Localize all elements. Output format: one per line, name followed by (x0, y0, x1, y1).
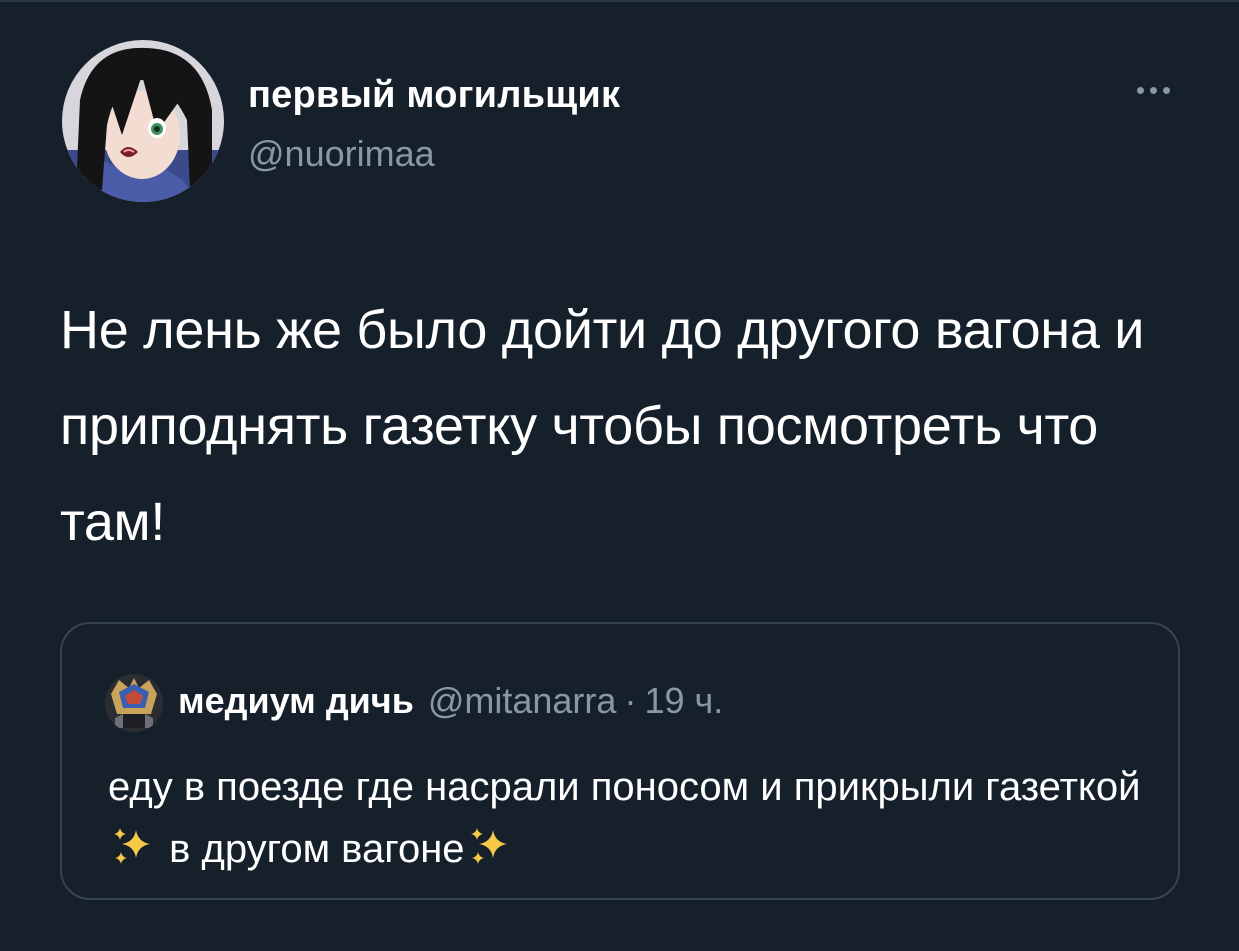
author-handle[interactable]: @nuorimaa (248, 133, 435, 175)
quote-text: еду в поезде где насрали поносом и прикр… (108, 756, 1148, 880)
more-horizontal-icon (1136, 86, 1144, 94)
more-options-button[interactable] (1126, 74, 1180, 106)
quote-text-part1: еду в поезде где насрали поносом и прикр… (108, 765, 1141, 809)
quote-timestamp[interactable]: 19 ч. (644, 680, 723, 722)
quote-separator: · (624, 680, 637, 721)
tweet-text: Не лень же было дойти до другого вагона … (60, 300, 1145, 552)
quote-author-handle[interactable]: @mitanarra (428, 680, 617, 722)
sparkles-icon (470, 828, 507, 864)
tweet: первый могильщик @nuorimaa Не лень же бы… (0, 0, 1239, 951)
sparkles-icon (114, 828, 150, 864)
quote-author-avatar[interactable] (105, 674, 163, 732)
quote-author-name[interactable]: медиум дичь (178, 680, 414, 722)
author-name[interactable]: первый могильщик (248, 74, 620, 117)
author-avatar[interactable] (62, 40, 224, 202)
quote-header: медиум дичь @mitanarra · 19 ч. (178, 680, 723, 722)
quoted-tweet-card[interactable]: медиум дичь @mitanarra · 19 ч. еду в пое… (60, 622, 1180, 900)
quote-text-part2: в другом вагоне (158, 827, 465, 871)
